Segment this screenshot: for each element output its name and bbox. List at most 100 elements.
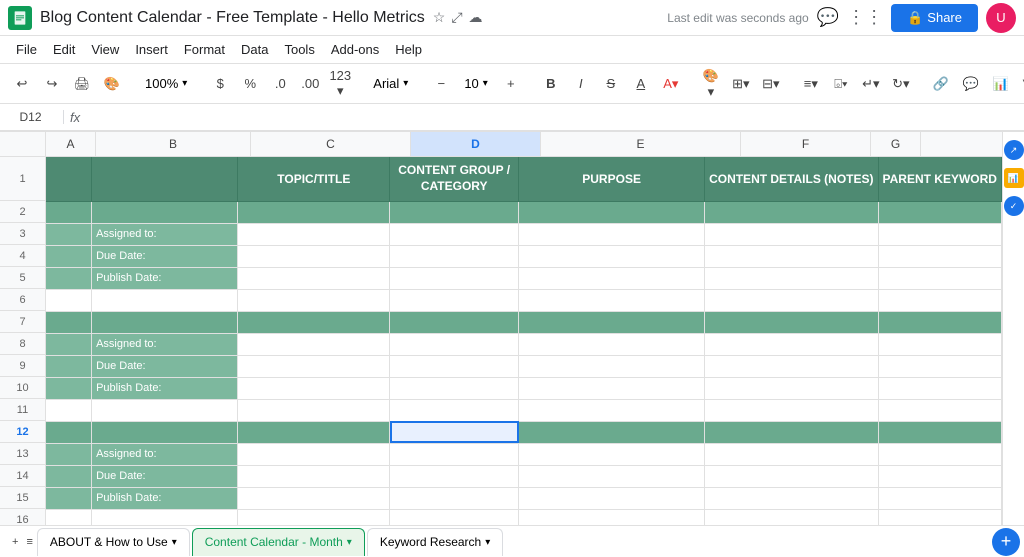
cell-b8[interactable]: Assigned to: <box>92 333 238 355</box>
cell-f5[interactable] <box>705 267 878 289</box>
cell-g12[interactable] <box>878 421 1002 443</box>
cell-c6[interactable] <box>238 289 390 311</box>
cell-b1[interactable] <box>92 157 238 201</box>
col-header-c[interactable]: C <box>251 132 411 156</box>
cell-g10[interactable] <box>878 377 1002 399</box>
move-icon[interactable]: ⤢ <box>451 9 462 26</box>
col-header-g[interactable]: G <box>871 132 921 156</box>
row-num-5[interactable]: 5 <box>0 267 45 289</box>
cell-e13[interactable] <box>519 443 705 465</box>
col-header-b[interactable]: B <box>96 132 251 156</box>
cell-a9[interactable] <box>46 355 92 377</box>
chart-button[interactable]: 📊 <box>987 70 1015 98</box>
cell-a14[interactable] <box>46 465 92 487</box>
cell-c4[interactable] <box>238 245 390 267</box>
add-sheet-icon[interactable]: + <box>992 528 1020 556</box>
cell-b14[interactable]: Due Date: <box>92 465 238 487</box>
cell-f12[interactable] <box>705 421 878 443</box>
cell-a1[interactable] <box>46 157 92 201</box>
cell-c8[interactable] <box>238 333 390 355</box>
avatar[interactable]: U <box>986 3 1016 33</box>
cell-g1[interactable]: PARENT KEYWORD <box>878 157 1002 201</box>
zoom-dropdown[interactable]: 100% ▾ <box>138 73 194 94</box>
cell-b2[interactable] <box>92 201 238 223</box>
cell-b11[interactable] <box>92 399 238 421</box>
share-button[interactable]: 🔒 Share <box>891 4 978 32</box>
valign-button[interactable]: ⌻▾ <box>827 70 855 98</box>
cell-b12[interactable] <box>92 421 238 443</box>
cell-e16[interactable] <box>519 509 705 525</box>
cell-c16[interactable] <box>238 509 390 525</box>
cell-e11[interactable] <box>519 399 705 421</box>
comment-button[interactable]: 💬 <box>957 70 985 98</box>
cell-d3[interactable] <box>390 223 519 245</box>
sheets-icon-panel[interactable]: 📊 <box>1004 168 1024 188</box>
cell-g13[interactable] <box>878 443 1002 465</box>
col-header-e[interactable]: E <box>541 132 741 156</box>
cell-c15[interactable] <box>238 487 390 509</box>
cell-g5[interactable] <box>878 267 1002 289</box>
star-icon[interactable]: ☆ <box>433 9 446 26</box>
decimal-more-button[interactable]: .00 <box>296 70 324 98</box>
cell-f8[interactable] <box>705 333 878 355</box>
cell-reference[interactable]: D12 <box>4 110 64 124</box>
cell-c3[interactable] <box>238 223 390 245</box>
cell-d7[interactable] <box>390 311 519 333</box>
cell-b10[interactable]: Publish Date: <box>92 377 238 399</box>
row-num-10[interactable]: 10 <box>0 377 45 399</box>
sheet-tab-content-calendar[interactable]: Content Calendar - Month ▾ <box>192 528 365 556</box>
merge-button[interactable]: ⊟▾ <box>757 70 785 98</box>
font-dropdown[interactable]: Arial ▾ <box>366 73 415 94</box>
cell-b15[interactable]: Publish Date: <box>92 487 238 509</box>
row-num-13[interactable]: 13 <box>0 443 45 465</box>
cell-d4[interactable] <box>390 245 519 267</box>
cell-f13[interactable] <box>705 443 878 465</box>
filter-button[interactable]: ▽▾ <box>1017 70 1024 98</box>
menu-insert[interactable]: Insert <box>127 38 176 61</box>
paint-button[interactable]: 🎨 <box>98 70 126 98</box>
cell-c2[interactable] <box>238 201 390 223</box>
cell-g14[interactable] <box>878 465 1002 487</box>
cell-f14[interactable] <box>705 465 878 487</box>
cell-c10[interactable] <box>238 377 390 399</box>
cell-g6[interactable] <box>878 289 1002 311</box>
cell-a4[interactable] <box>46 245 92 267</box>
sheets-menu-button[interactable]: ≡ <box>22 536 36 548</box>
cell-g4[interactable] <box>878 245 1002 267</box>
row-num-7[interactable]: 7 <box>0 311 45 333</box>
fill-color-button[interactable]: 🎨▾ <box>697 70 725 98</box>
undo-button[interactable]: ↩ <box>8 70 36 98</box>
cell-g3[interactable] <box>878 223 1002 245</box>
cell-e8[interactable] <box>519 333 705 355</box>
cell-c5[interactable] <box>238 267 390 289</box>
cell-a12[interactable] <box>46 421 92 443</box>
cell-d11[interactable] <box>390 399 519 421</box>
cell-b7[interactable] <box>92 311 238 333</box>
cloud-icon[interactable]: ☁ <box>469 9 483 26</box>
sheet-tab-keyword[interactable]: Keyword Research ▾ <box>367 528 503 556</box>
cell-c14[interactable] <box>238 465 390 487</box>
cell-d10[interactable] <box>390 377 519 399</box>
cell-a10[interactable] <box>46 377 92 399</box>
percent-button[interactable]: % <box>236 70 264 98</box>
cell-b16[interactable] <box>92 509 238 525</box>
cell-c12[interactable] <box>238 421 390 443</box>
cell-d5[interactable] <box>390 267 519 289</box>
cell-e14[interactable] <box>519 465 705 487</box>
decimal-less-button[interactable]: .0 <box>266 70 294 98</box>
cell-d2[interactable] <box>390 201 519 223</box>
cell-a6[interactable] <box>46 289 92 311</box>
strikethrough-button[interactable]: S <box>597 70 625 98</box>
row-num-12[interactable]: 12 <box>0 421 45 443</box>
row-num-3[interactable]: 3 <box>0 223 45 245</box>
cell-f1[interactable]: CONTENT DETAILS (NOTES) <box>705 157 878 201</box>
cell-b5[interactable]: Publish Date: <box>92 267 238 289</box>
cell-g2[interactable] <box>878 201 1002 223</box>
redo-button[interactable]: ↪ <box>38 70 66 98</box>
cell-f10[interactable] <box>705 377 878 399</box>
cell-a16[interactable] <box>46 509 92 525</box>
cell-a5[interactable] <box>46 267 92 289</box>
sheet-tab-about[interactable]: ABOUT & How to Use ▾ <box>37 528 190 556</box>
explore-icon[interactable]: ↗ <box>1004 140 1024 160</box>
cell-a15[interactable] <box>46 487 92 509</box>
